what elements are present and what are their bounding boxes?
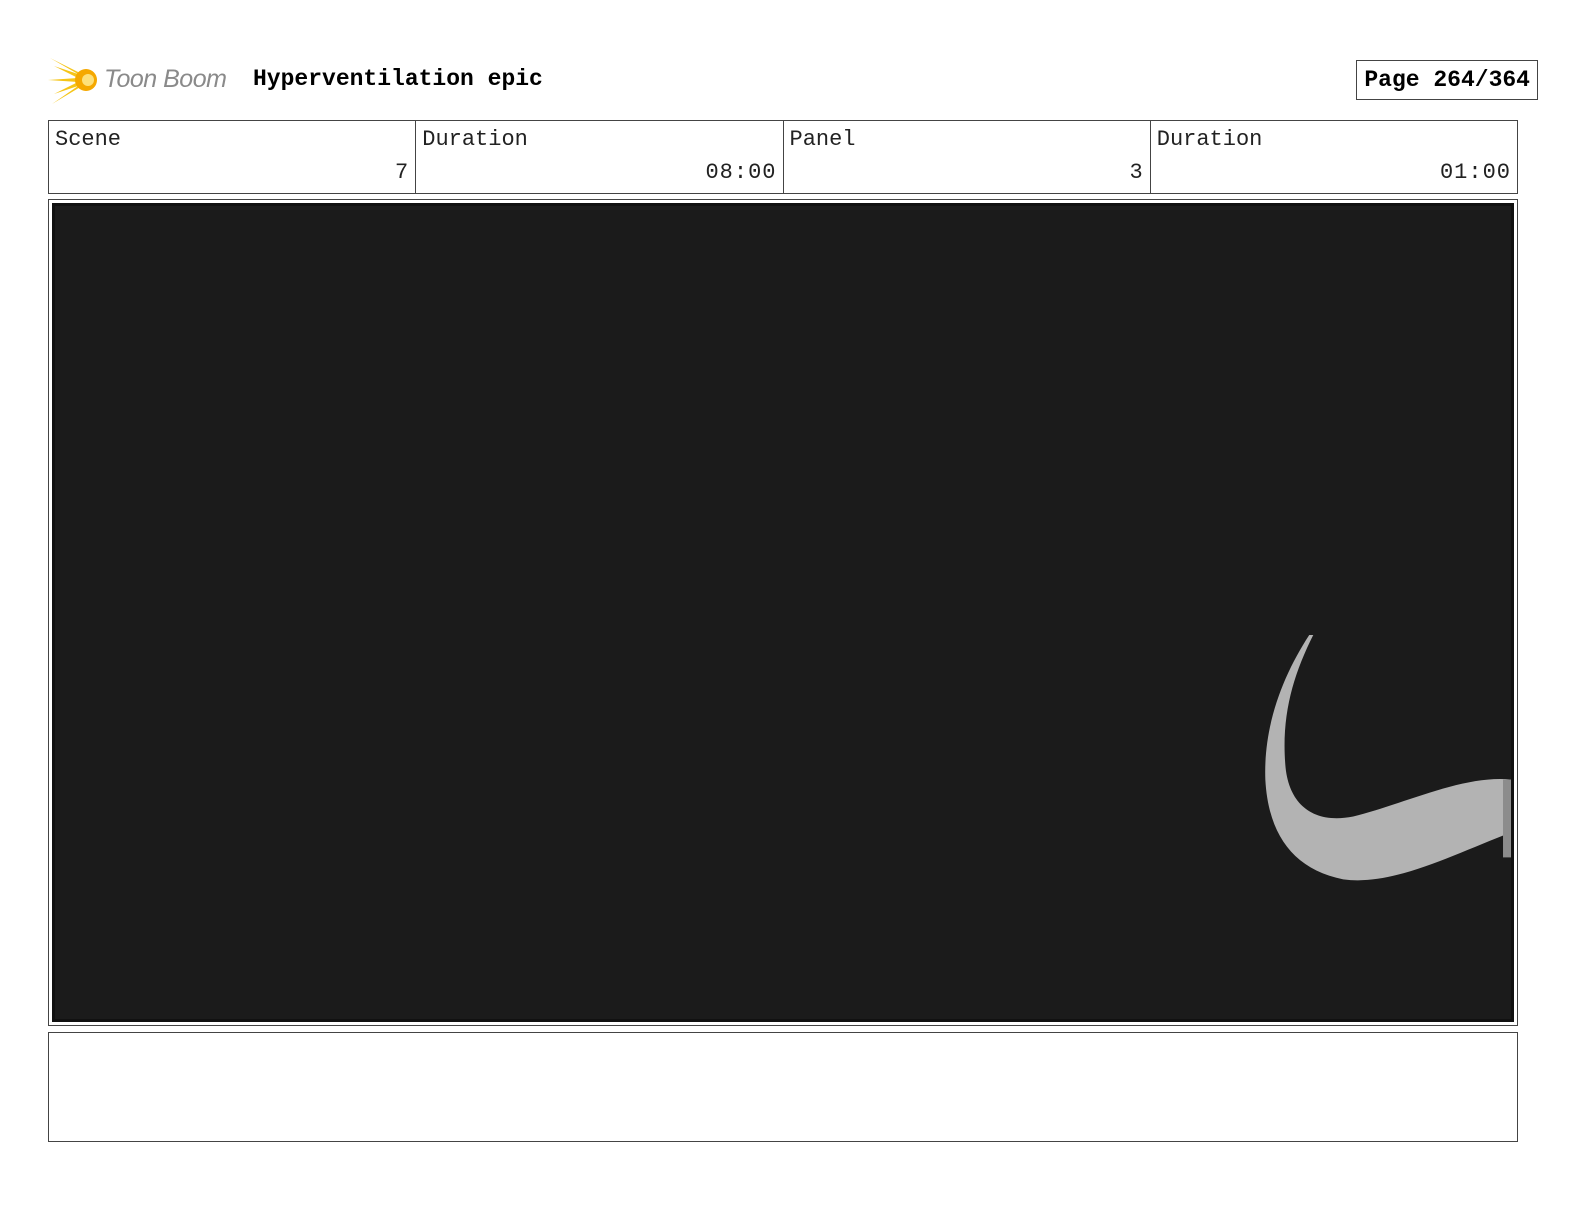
panel-duration-value: 01:00 bbox=[1439, 160, 1511, 185]
logo-text: Toon Boom bbox=[104, 65, 227, 93]
toon-boom-logo: Toon Boom bbox=[48, 54, 238, 106]
scene-value: 7 bbox=[395, 160, 410, 185]
panel-value: 3 bbox=[1129, 160, 1144, 185]
scene-cell: Scene 7 bbox=[49, 121, 415, 193]
scene-info-row: Scene 7 Duration 08:00 Panel 3 Duration … bbox=[48, 120, 1518, 194]
starburst-icon bbox=[48, 58, 97, 104]
scene-duration-value: 08:00 bbox=[705, 160, 777, 185]
panel-image bbox=[52, 203, 1514, 1022]
curved-tail-shape bbox=[1265, 634, 1511, 881]
panel-label: Panel bbox=[789, 127, 856, 152]
panel-cell: Panel 3 bbox=[782, 121, 1150, 193]
storyboard-header: Toon Boom Hyperventilation epic Page 264… bbox=[48, 54, 1538, 106]
document-title: Hyperventilation epic bbox=[253, 66, 543, 92]
panel-duration-label: Duration bbox=[1156, 127, 1263, 152]
panel-drawing bbox=[1265, 634, 1511, 881]
panel-notes bbox=[48, 1032, 1518, 1142]
page-indicator: Page 264/364 bbox=[1356, 60, 1538, 100]
edge-strip bbox=[1503, 779, 1511, 858]
scene-label: Scene bbox=[55, 127, 122, 152]
scene-duration-cell: Duration 08:00 bbox=[415, 121, 782, 193]
panel-duration-cell: Duration 01:00 bbox=[1149, 121, 1517, 193]
panel-frame bbox=[48, 199, 1518, 1026]
scene-duration-label: Duration bbox=[422, 127, 528, 152]
